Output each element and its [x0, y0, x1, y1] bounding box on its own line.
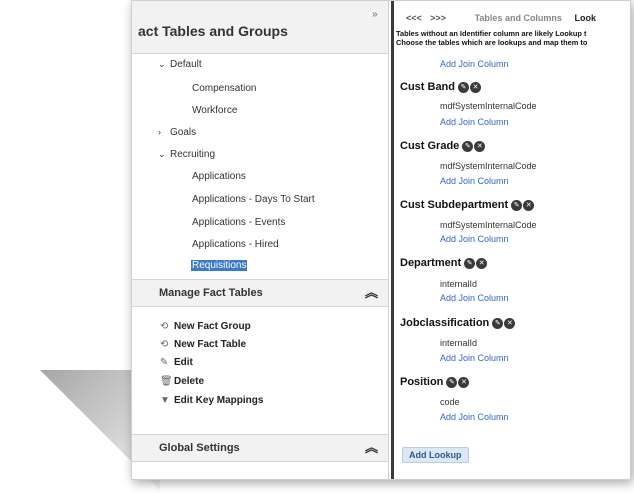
table-name: Cust Grade ✎ ✕	[400, 140, 486, 152]
new-fact-table-button[interactable]: ⟲ New Fact Table	[160, 339, 246, 350]
edit-icon[interactable]: ✎	[511, 199, 523, 211]
table-name: Cust Subdepartment ✎ ✕	[400, 199, 535, 211]
column-name: code	[440, 397, 460, 407]
remove-icon[interactable]: ✕	[458, 376, 470, 388]
tree-item-goals[interactable]: › Goals	[158, 127, 196, 138]
add-join-column-link[interactable]: Add Join Column	[440, 59, 509, 69]
add-join-column-link[interactable]: Add Join Column	[440, 293, 509, 303]
global-settings-header[interactable]: Global Settings ︽	[132, 434, 388, 462]
column-name: internalId	[440, 279, 478, 289]
tree-item-recruiting[interactable]: ⌄ Recruiting	[158, 149, 215, 160]
manage-fact-tables-header[interactable]: Manage Fact Tables ︽	[132, 279, 388, 307]
tab-lookups[interactable]: Look	[574, 13, 596, 23]
edit-button[interactable]: ✎ Edit	[160, 357, 193, 368]
instructions: Tables without an Identifier column are …	[396, 29, 588, 47]
table-name: Jobclassification ✎ ✕	[400, 317, 516, 329]
column-name: internalId	[440, 338, 478, 348]
tree-item-requisitions[interactable]: Requisitions	[191, 260, 248, 271]
add-join-column-link[interactable]: Add Join Column	[440, 117, 509, 127]
new-table-icon: ⟲	[160, 339, 169, 350]
delete-button[interactable]: 🗑Delete	[160, 376, 204, 387]
prev-button[interactable]: <<<	[406, 13, 422, 23]
tab-tables-columns[interactable]: Tables and Columns	[475, 13, 562, 23]
add-lookup-button[interactable]: Add Lookup	[402, 447, 469, 463]
chevron-right-icon: ›	[158, 127, 161, 137]
fact-tables-header: act Tables and Groups »	[132, 1, 388, 54]
add-join-column-link[interactable]: Add Join Column	[440, 176, 509, 186]
add-join-column-link[interactable]: Add Join Column	[440, 353, 509, 363]
remove-icon[interactable]: ✕	[470, 81, 481, 93]
edit-key-mappings-button[interactable]: ▼ Edit Key Mappings	[160, 395, 263, 406]
table-name: Department ✎ ✕	[400, 257, 488, 269]
tree-item-applications-days[interactable]: Applications - Days To Start	[192, 194, 315, 205]
edit-icon[interactable]: ✎	[446, 376, 458, 388]
panel-title: act Tables and Groups	[138, 23, 288, 39]
app-window: act Tables and Groups » ⌄ Default Compens…	[131, 0, 631, 480]
tree-item-compensation[interactable]: Compensation	[192, 83, 256, 94]
add-join-column-link[interactable]: Add Join Column	[440, 234, 509, 244]
add-join-column-link[interactable]: Add Join Column	[440, 412, 509, 422]
pencil-icon: ✎	[160, 357, 169, 368]
tree-item-default[interactable]: ⌄ Default	[158, 59, 202, 70]
table-name: Position ✎ ✕	[400, 376, 470, 388]
new-group-icon: ⟲	[160, 321, 169, 332]
collapse-icon[interactable]: ︽	[365, 286, 378, 299]
edit-icon[interactable]: ✎	[462, 140, 474, 152]
right-panel: <<< >>> Tables and Columns Look Tables w…	[394, 1, 630, 479]
remove-icon[interactable]: ✕	[476, 257, 488, 269]
chevron-down-icon: ⌄	[158, 59, 166, 69]
collapse-icon[interactable]: ︽	[365, 441, 378, 454]
next-button[interactable]: >>>	[430, 13, 446, 23]
left-panel: act Tables and Groups » ⌄ Default Compens…	[132, 1, 389, 479]
pin-icon[interactable]: »	[372, 9, 378, 20]
tree-item-applications-events[interactable]: Applications - Events	[192, 217, 285, 228]
tree-item-workforce[interactable]: Workforce	[192, 105, 237, 116]
column-name: mdfSystemInternalCode	[440, 101, 537, 111]
edit-icon[interactable]: ✎	[464, 257, 476, 269]
trash-icon: 🗑	[160, 376, 173, 387]
table-name: Cust Band ✎ ✕	[400, 81, 482, 93]
edit-icon[interactable]: ✎	[458, 81, 469, 93]
tree-item-applications-hired[interactable]: Applications - Hired	[192, 239, 279, 250]
remove-icon[interactable]: ✕	[504, 317, 516, 329]
chevron-down-icon: ⌄	[158, 149, 166, 159]
filter-icon: ▼	[160, 395, 170, 406]
column-name: mdfSystemInternalCode	[440, 161, 537, 171]
new-fact-group-button[interactable]: ⟲ New Fact Group	[160, 321, 251, 332]
remove-icon[interactable]: ✕	[474, 140, 486, 152]
edit-icon[interactable]: ✎	[492, 317, 504, 329]
wizard-nav: <<< >>> Tables and Columns Look	[406, 13, 596, 23]
tree-item-applications[interactable]: Applications	[192, 171, 246, 182]
remove-icon[interactable]: ✕	[523, 199, 535, 211]
column-name: mdfSystemInternalCode	[440, 220, 537, 230]
